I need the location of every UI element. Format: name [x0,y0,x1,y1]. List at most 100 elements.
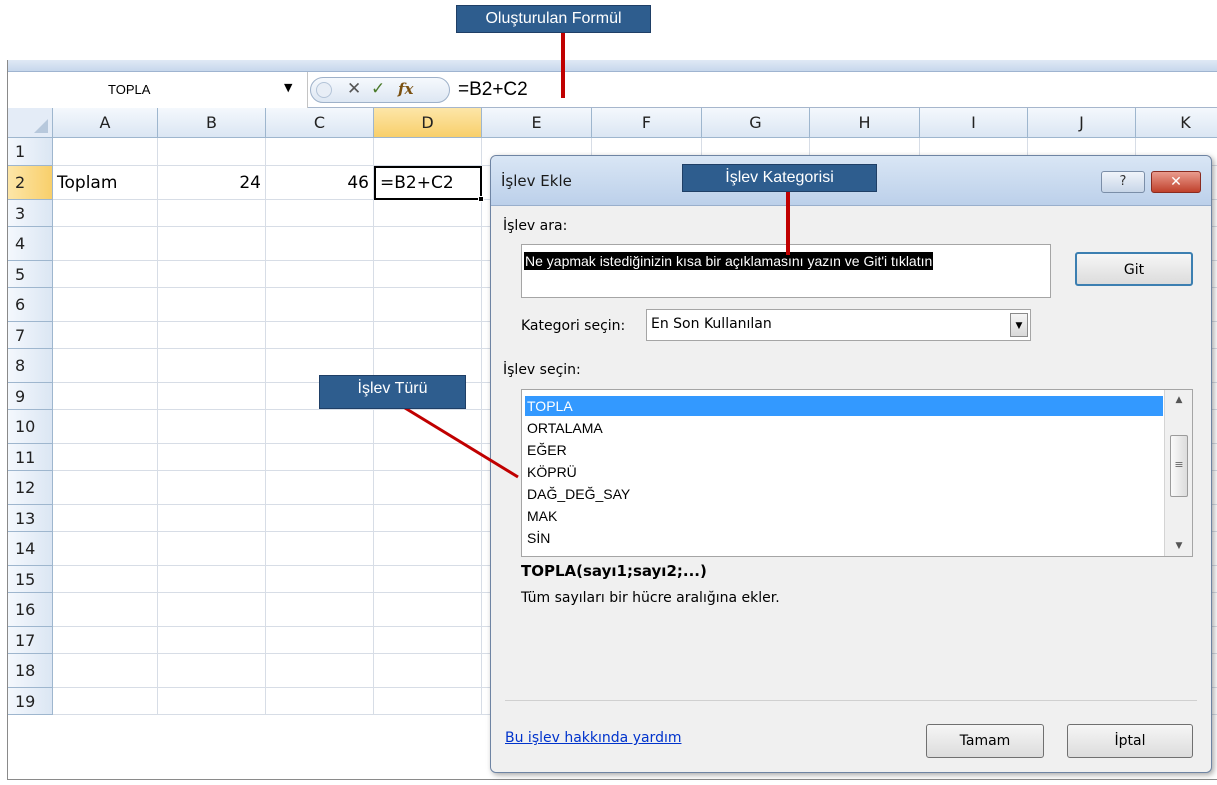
cell-a13[interactable] [53,505,158,532]
insert-function-icon[interactable]: fx [398,80,413,98]
function-list-scrollbar[interactable]: ▲ ≡ ▼ [1164,390,1192,556]
cell-a16[interactable] [53,593,158,627]
column-header-g[interactable]: G [702,108,810,138]
category-select[interactable]: En Son Kullanılan ▼ [646,309,1031,341]
cell-c3[interactable] [266,200,374,227]
row-header-4[interactable]: 4 [8,227,53,261]
column-header-b[interactable]: B [158,108,266,138]
go-button[interactable]: Git [1075,252,1193,286]
column-header-j[interactable]: J [1028,108,1136,138]
cell-b17[interactable] [158,627,266,654]
cell-a5[interactable] [53,261,158,288]
cell-d14[interactable] [374,532,482,566]
row-header-11[interactable]: 11 [8,444,53,471]
cell-a4[interactable] [53,227,158,261]
cell-b16[interactable] [158,593,266,627]
cell-d19[interactable] [374,688,482,715]
function-item[interactable]: ORTALAMA [525,418,1163,438]
cell-b15[interactable] [158,566,266,593]
scroll-down-icon[interactable]: ▼ [1165,536,1192,556]
cell-b3[interactable] [158,200,266,227]
cell-c6[interactable] [266,288,374,322]
row-header-10[interactable]: 10 [8,410,53,444]
function-item[interactable]: KÖPRÜ [525,462,1163,482]
cell-a10[interactable] [53,410,158,444]
cell-b13[interactable] [158,505,266,532]
cell-b4[interactable] [158,227,266,261]
cell-d13[interactable] [374,505,482,532]
cell-d1[interactable] [374,138,482,166]
cell-a6[interactable] [53,288,158,322]
cell-c2[interactable]: 46 [266,166,374,200]
cell-b7[interactable] [158,322,266,349]
column-header-f[interactable]: F [592,108,702,138]
ok-button[interactable]: Tamam [926,724,1044,758]
cell-c12[interactable] [266,471,374,505]
close-button[interactable]: ✕ [1151,171,1201,193]
chevron-down-icon[interactable]: ▼ [1010,313,1028,337]
cell-d4[interactable] [374,227,482,261]
row-header-19[interactable]: 19 [8,688,53,715]
cell-a1[interactable] [53,138,158,166]
cell-a3[interactable] [53,200,158,227]
cell-c19[interactable] [266,688,374,715]
row-header-5[interactable]: 5 [8,261,53,288]
column-header-c[interactable]: C [266,108,374,138]
cell-d10[interactable] [374,410,482,444]
cell-b14[interactable] [158,532,266,566]
cell-d2[interactable]: =B2+C2 [374,166,484,202]
name-box[interactable]: TOPLA ▼ [8,72,308,108]
function-list[interactable]: ▲ ≡ ▼ TOPLA ORTALAMA EĞER KÖPRÜ DAĞ_DEĞ_SAY M… [521,389,1193,557]
function-item[interactable]: DAĞ_DEĞ_SAY [525,484,1163,504]
cell-a15[interactable] [53,566,158,593]
cell-d5[interactable] [374,261,482,288]
cell-a11[interactable] [53,444,158,471]
cell-b10[interactable] [158,410,266,444]
cell-a12[interactable] [53,471,158,505]
cell-a7[interactable] [53,322,158,349]
cell-b18[interactable] [158,654,266,688]
cell-b2[interactable]: 24 [158,166,266,200]
row-header-7[interactable]: 7 [8,322,53,349]
cell-d3[interactable] [374,200,482,227]
scroll-up-icon[interactable]: ▲ [1165,390,1192,410]
cell-d12[interactable] [374,471,482,505]
column-header-a[interactable]: A [53,108,158,138]
cell-d18[interactable] [374,654,482,688]
cell-b19[interactable] [158,688,266,715]
cancel-icon[interactable]: ✕ [347,79,361,99]
select-all-corner[interactable] [8,108,53,138]
column-header-d[interactable]: D [374,108,482,138]
cell-c17[interactable] [266,627,374,654]
row-header-15[interactable]: 15 [8,566,53,593]
row-header-14[interactable]: 14 [8,532,53,566]
row-header-13[interactable]: 13 [8,505,53,532]
cell-d15[interactable] [374,566,482,593]
cell-a9[interactable] [53,383,158,410]
function-item[interactable]: MAK [525,506,1163,526]
cell-c13[interactable] [266,505,374,532]
help-button[interactable]: ? [1101,171,1145,193]
cell-a19[interactable] [53,688,158,715]
cell-c1[interactable] [266,138,374,166]
scroll-thumb[interactable]: ≡ [1170,435,1188,497]
row-header-18[interactable]: 18 [8,654,53,688]
cell-c10[interactable] [266,410,374,444]
row-header-17[interactable]: 17 [8,627,53,654]
cell-d7[interactable] [374,322,482,349]
cell-a8[interactable] [53,349,158,383]
cell-b6[interactable] [158,288,266,322]
cell-a18[interactable] [53,654,158,688]
chevron-down-icon[interactable]: ▼ [284,81,292,94]
cell-a2[interactable]: Toplam [53,166,158,200]
cell-d11[interactable] [374,444,482,471]
cell-c11[interactable] [266,444,374,471]
column-header-h[interactable]: H [810,108,920,138]
cell-a14[interactable] [53,532,158,566]
cancel-button[interactable]: İptal [1067,724,1193,758]
check-icon[interactable]: ✓ [371,79,385,99]
column-header-i[interactable]: I [920,108,1028,138]
row-header-12[interactable]: 12 [8,471,53,505]
cell-c18[interactable] [266,654,374,688]
cell-b12[interactable] [158,471,266,505]
